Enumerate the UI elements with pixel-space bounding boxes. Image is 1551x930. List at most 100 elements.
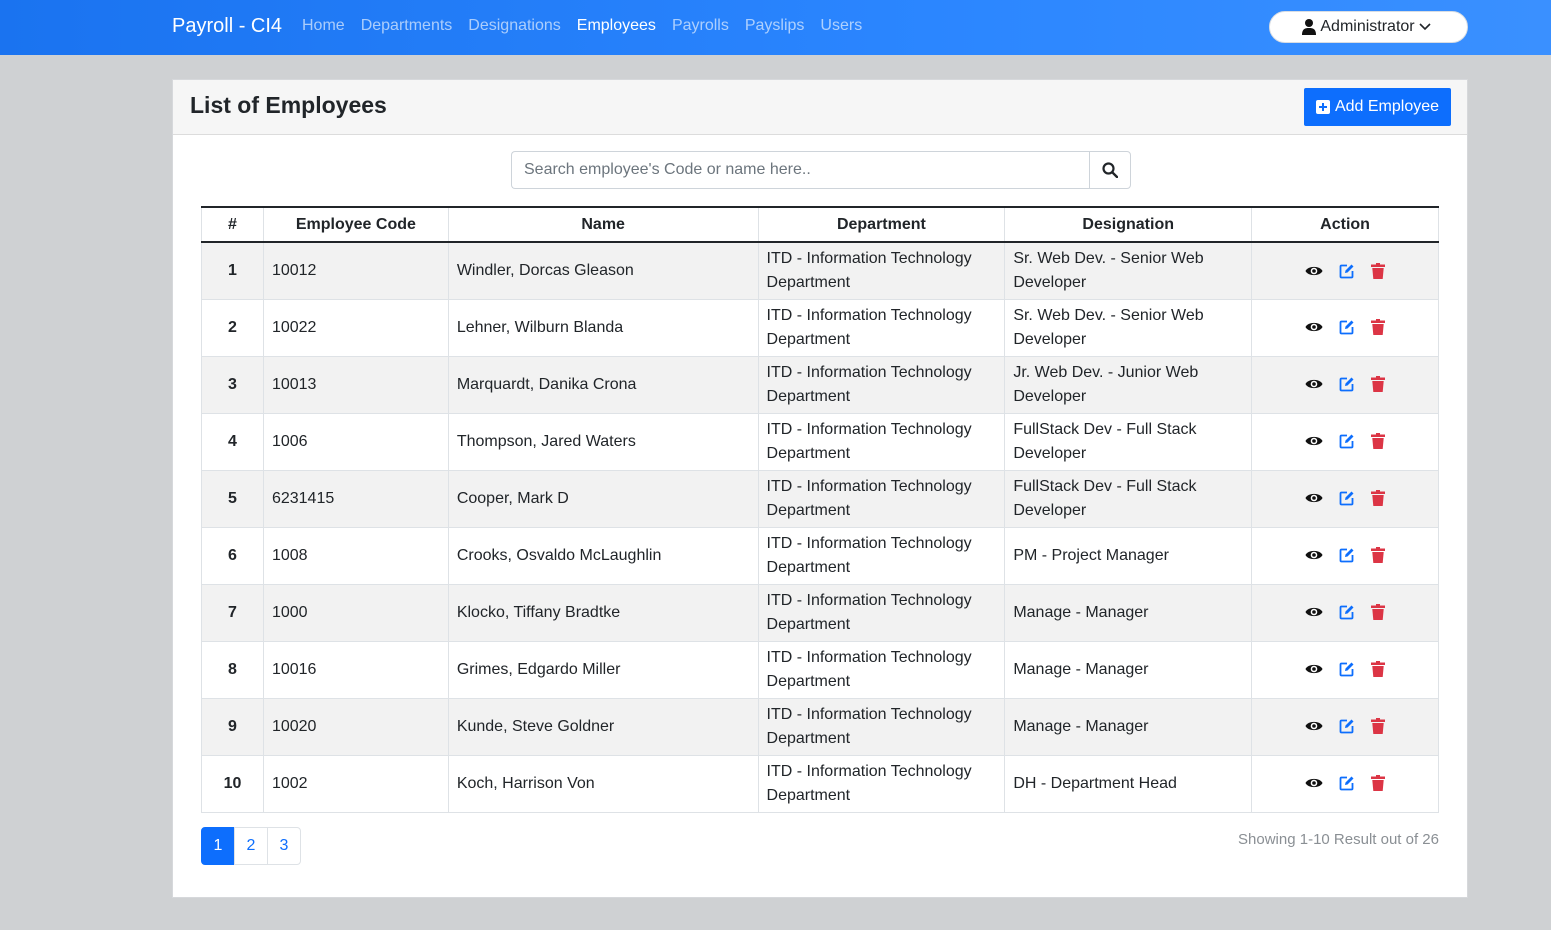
department-cell: ITD - Information Technology Department (757, 412, 1006, 471)
nav-link-payslips[interactable]: Payslips (745, 17, 805, 35)
page-link-1[interactable]: 1 (201, 827, 235, 865)
table-row: 6 1008 Crooks, Osvaldo McLaughlin ITD - Inf… (201, 526, 1439, 585)
view-button[interactable] (1305, 377, 1323, 391)
row-number: 3 (201, 355, 264, 414)
trash-icon (1371, 376, 1386, 393)
view-button[interactable] (1305, 776, 1323, 790)
action-cell (1251, 640, 1439, 699)
search-button[interactable] (1089, 151, 1131, 189)
view-button[interactable] (1305, 491, 1323, 505)
trash-icon (1371, 604, 1386, 621)
delete-button[interactable] (1371, 775, 1386, 792)
delete-button[interactable] (1371, 433, 1386, 450)
eye-icon (1305, 491, 1323, 505)
designation-cell: PM - Project Manager (1004, 526, 1253, 585)
edit-button[interactable] (1339, 490, 1355, 506)
delete-button[interactable] (1371, 262, 1386, 279)
view-button[interactable] (1305, 548, 1323, 562)
view-button[interactable] (1305, 662, 1323, 676)
col-department-header: Department (757, 206, 1006, 243)
employee-name-cell: Cooper, Mark D (447, 469, 759, 528)
view-button[interactable] (1305, 719, 1323, 733)
action-cell (1251, 526, 1439, 585)
nav-link-designations[interactable]: Designations (468, 17, 561, 35)
designation-cell: Sr. Web Dev. - Senior Web Developer (1004, 298, 1253, 357)
delete-button[interactable] (1371, 376, 1386, 393)
table-row: 7 1000 Klocko, Tiffany Bradtke ITD - Inform… (201, 583, 1439, 642)
eye-icon (1305, 605, 1323, 619)
edit-icon (1339, 775, 1355, 791)
edit-button[interactable] (1339, 604, 1355, 620)
nav-links: Home Departments Designations Employees Payr… (302, 17, 878, 35)
edit-button[interactable] (1339, 319, 1355, 335)
employee-name-cell: Kunde, Steve Goldner (447, 697, 759, 756)
search-input[interactable] (511, 151, 1089, 189)
delete-button[interactable] (1371, 661, 1386, 678)
designation-cell: FullStack Dev - Full Stack Developer (1004, 469, 1253, 528)
employee-code-cell: 1006 (262, 412, 449, 471)
edit-button[interactable] (1339, 263, 1355, 279)
row-number: 4 (201, 412, 264, 471)
view-button[interactable] (1305, 320, 1323, 334)
action-cell (1251, 469, 1439, 528)
action-cell (1251, 241, 1439, 300)
user-menu-button[interactable]: Administrator (1269, 11, 1468, 43)
page-link-3[interactable]: 3 (267, 827, 301, 865)
trash-icon (1371, 319, 1386, 336)
nav-link-payrolls[interactable]: Payrolls (672, 17, 729, 35)
page-link-2[interactable]: 2 (234, 827, 268, 865)
action-cell (1251, 754, 1439, 813)
eye-icon (1305, 548, 1323, 562)
action-cell (1251, 298, 1439, 357)
department-cell: ITD - Information Technology Department (757, 583, 1006, 642)
employee-name-cell: Marquardt, Danika Crona (447, 355, 759, 414)
employee-name-cell: Thompson, Jared Waters (447, 412, 759, 471)
edit-button[interactable] (1339, 718, 1355, 734)
nav-link-users[interactable]: Users (820, 17, 862, 35)
result-count: Showing 1-10 Result out of 26 (1238, 831, 1439, 848)
department-cell: ITD - Information Technology Department (757, 754, 1006, 813)
action-cell (1251, 412, 1439, 471)
trash-icon (1371, 490, 1386, 507)
view-button[interactable] (1305, 605, 1323, 619)
nav-link-home[interactable]: Home (302, 17, 345, 35)
edit-icon (1339, 604, 1355, 620)
col-name-header: Name (447, 206, 759, 243)
employee-name-cell: Windler, Dorcas Gleason (447, 241, 759, 300)
table-row: 9 10020 Kunde, Steve Goldner ITD - Informat… (201, 697, 1439, 756)
row-number: 7 (201, 583, 264, 642)
employee-name-cell: Grimes, Edgardo Miller (447, 640, 759, 699)
edit-button[interactable] (1339, 433, 1355, 449)
search-icon (1102, 162, 1118, 178)
trash-icon (1371, 718, 1386, 735)
trash-icon (1371, 661, 1386, 678)
employees-card: List of Employees Add Employee Search em… (172, 79, 1468, 898)
department-cell: ITD - Information Technology Department (757, 640, 1006, 699)
employee-name-cell: Koch, Harrison Von (447, 754, 759, 813)
delete-button[interactable] (1371, 604, 1386, 621)
trash-icon (1371, 775, 1386, 792)
edit-button[interactable] (1339, 547, 1355, 563)
delete-button[interactable] (1371, 490, 1386, 507)
plus-square-icon (1315, 100, 1330, 114)
delete-button[interactable] (1371, 319, 1386, 336)
edit-icon (1339, 376, 1355, 392)
table-body: 1 10012 Windler, Dorcas Gleason ITD - Infor… (201, 241, 1439, 813)
edit-button[interactable] (1339, 376, 1355, 392)
delete-button[interactable] (1371, 547, 1386, 564)
table-row: 4 1006 Thompson, Jared Waters ITD - Informa… (201, 412, 1439, 471)
nav-link-employees[interactable]: Employees (577, 17, 656, 35)
edit-button[interactable] (1339, 775, 1355, 791)
add-employee-button[interactable]: Add Employee (1304, 88, 1451, 126)
app-brand[interactable]: Payroll - CI4 (172, 15, 282, 38)
table-row: 3 10013 Marquardt, Danika Crona ITD - Infor… (201, 355, 1439, 414)
nav-link-departments[interactable]: Departments (361, 17, 453, 35)
col-designation-header: Designation (1004, 206, 1253, 243)
col-number-header: # (201, 206, 264, 243)
delete-button[interactable] (1371, 718, 1386, 735)
pagination: 123 (201, 827, 301, 865)
view-button[interactable] (1305, 264, 1323, 278)
user-icon (1302, 19, 1317, 35)
view-button[interactable] (1305, 434, 1323, 448)
edit-button[interactable] (1339, 661, 1355, 677)
